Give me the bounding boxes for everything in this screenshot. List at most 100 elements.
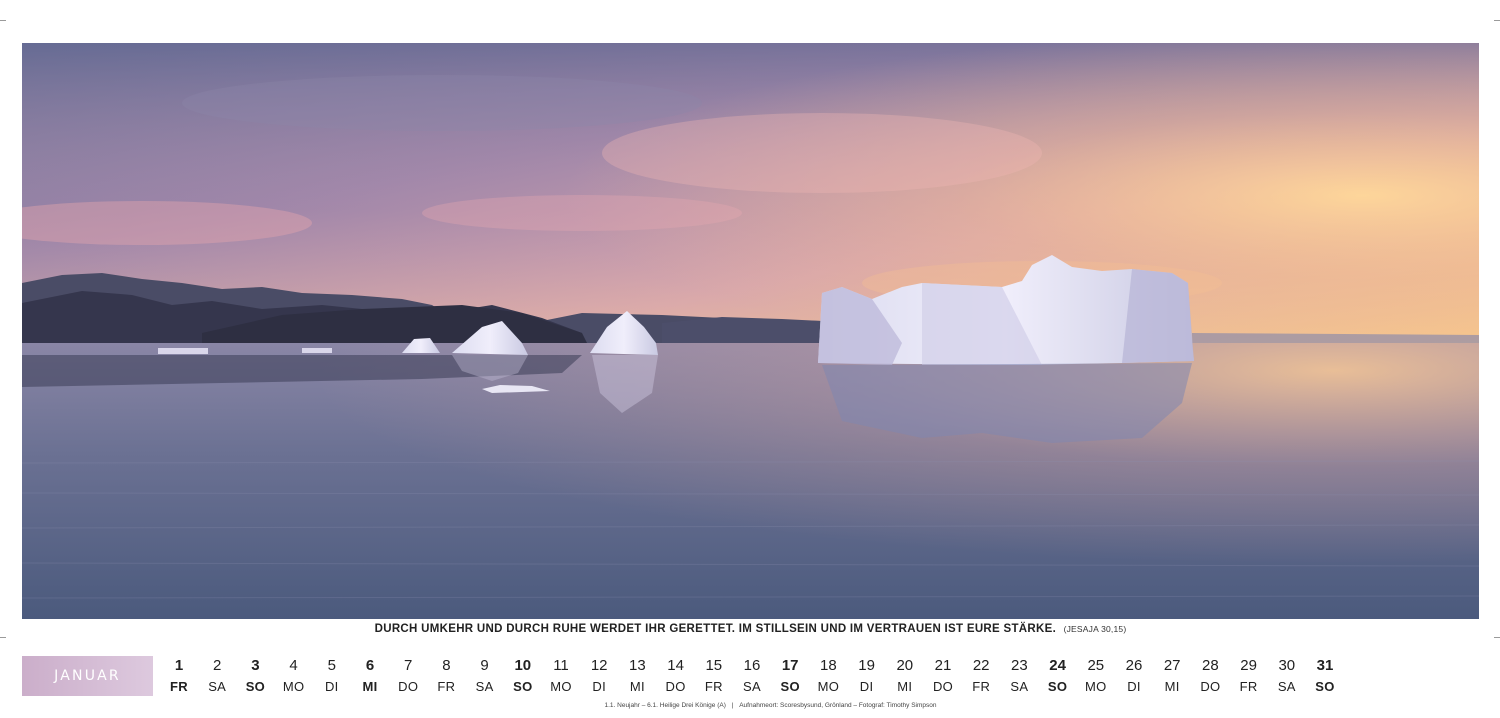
calendar-day: 24 SO	[1039, 656, 1077, 695]
day-number: 1	[174, 657, 184, 674]
footnote-separator: |	[731, 702, 734, 709]
calendar-day: 31 SO	[1306, 656, 1344, 695]
calendar-day: 9 SA	[466, 656, 504, 695]
day-number: 16	[743, 657, 761, 674]
day-number: 17	[781, 657, 799, 674]
day-number: 3	[251, 657, 260, 674]
calendar-day: 19 DI	[848, 656, 886, 695]
quote-text: DURCH UMKEHR UND DURCH RUHE WERDET IHR G…	[374, 623, 1057, 635]
weekday-abbrev: FR	[972, 679, 991, 694]
day-number: 27	[1163, 657, 1181, 674]
day-number: 26	[1125, 657, 1143, 674]
day-number: 14	[667, 657, 684, 674]
weekday-abbrev: SO	[1315, 679, 1335, 694]
day-number: 15	[705, 657, 723, 674]
weekday-abbrev: SO	[780, 679, 800, 694]
weekday-abbrev: SO	[513, 679, 533, 694]
calendar-day: 10 SO	[504, 656, 542, 695]
day-number: 20	[896, 657, 914, 674]
weekday-abbrev: DO	[398, 679, 419, 694]
weekday-abbrev: SA	[1010, 679, 1029, 694]
weekday-abbrev: DO	[932, 679, 954, 694]
calendar-day: 1 FR	[160, 656, 198, 695]
day-number: 25	[1087, 657, 1105, 674]
weekday-abbrev: DI	[592, 679, 606, 694]
weekday-abbrev: MO	[550, 679, 572, 694]
weekday-abbrev: FR	[437, 679, 456, 694]
day-number: 19	[858, 657, 875, 674]
weekday-abbrev: SA	[1277, 679, 1296, 694]
calendar-day: 29 FR	[1230, 656, 1268, 695]
calendar-day: 11 MO	[542, 656, 580, 695]
calendar-day: 28 DO	[1191, 656, 1229, 695]
calendar-day: 3 SO	[236, 656, 274, 695]
calendar-day: 27 MI	[1153, 656, 1191, 695]
day-number: 24	[1049, 657, 1066, 674]
photo-credit: Aufnahmeort: Scoresbysund, Grönland – Fo…	[739, 702, 937, 709]
day-number: 22	[972, 657, 990, 674]
calendar-day: 17 SO	[771, 656, 809, 695]
weekday-abbrev: FR	[170, 679, 188, 694]
weekday-abbrev: MI	[629, 679, 645, 694]
calendar-day: 7 DO	[389, 656, 427, 695]
weekday-abbrev: SA	[743, 679, 761, 694]
day-number: 23	[1011, 657, 1028, 674]
day-number: 10	[514, 657, 532, 674]
crop-mark-top-left	[0, 20, 6, 21]
calendar-day: 18 MO	[809, 656, 847, 695]
bible-quote: DURCH UMKEHR UND DURCH RUHE WERDET IHR G…	[22, 623, 1479, 639]
calendar-day: 25 MO	[1077, 656, 1115, 695]
weekday-abbrev: MO	[1085, 679, 1107, 694]
day-number: 18	[820, 657, 837, 674]
calendar-day: 5 DI	[313, 656, 351, 695]
weekday-abbrev: DI	[324, 679, 339, 694]
calendar-photo	[22, 43, 1479, 619]
calendar-day: 30 SA	[1268, 656, 1306, 695]
calendar-day: 2 SA	[198, 656, 236, 695]
month-label-box: JANUAR	[22, 656, 153, 696]
day-number: 28	[1202, 657, 1219, 674]
crop-mark-top-right	[1494, 20, 1500, 21]
day-number: 29	[1240, 657, 1257, 674]
weekday-abbrev: DO	[1200, 679, 1221, 694]
calendar-day: 16 SA	[733, 656, 771, 695]
crop-mark-bottom-left	[0, 637, 6, 638]
calendar-day: 21 DO	[924, 656, 962, 695]
crop-mark-bottom-right	[1494, 637, 1500, 638]
calendar-day: 12 DI	[580, 656, 618, 695]
day-number: 30	[1278, 657, 1296, 674]
day-number: 9	[480, 657, 489, 674]
day-number: 7	[404, 657, 413, 674]
weekday-abbrev: MO	[817, 679, 840, 694]
day-number: 11	[553, 657, 569, 674]
weekday-abbrev: FR	[1239, 679, 1258, 694]
calendar-day: 26 DI	[1115, 656, 1153, 695]
quote-reference: (JESAJA 30,15)	[1063, 624, 1127, 634]
calendar-day: 20 MI	[886, 656, 924, 695]
day-number: 31	[1316, 657, 1334, 674]
weekday-abbrev: DI	[859, 679, 874, 694]
weekday-abbrev: MO	[282, 679, 305, 694]
weekday-abbrev: MI	[362, 679, 378, 694]
weekday-abbrev: MI	[1164, 679, 1180, 694]
day-number: 6	[365, 657, 375, 674]
calendar-day: 22 FR	[962, 656, 1000, 695]
calendar-day: 15 FR	[695, 656, 733, 695]
weekday-abbrev: DI	[1127, 679, 1141, 694]
day-number: 2	[213, 657, 222, 674]
day-number: 8	[442, 657, 451, 674]
weekday-abbrev: SO	[245, 679, 266, 694]
calendar-day: 14 DO	[657, 656, 695, 695]
day-number: 21	[934, 657, 952, 674]
calendar-day: 4 MO	[275, 656, 313, 695]
weekday-abbrev: MI	[897, 679, 913, 694]
calendar-day: 23 SA	[1000, 656, 1038, 695]
day-number: 13	[629, 657, 646, 674]
weekday-abbrev: FR	[704, 679, 723, 694]
weekday-abbrev: SA	[475, 679, 494, 694]
calendar-day: 13 MI	[618, 656, 656, 695]
calendar-day: 8 FR	[427, 656, 465, 695]
weekday-abbrev: DO	[665, 679, 686, 694]
weekday-abbrev: SO	[1047, 679, 1068, 694]
holiday-note: 1.1. Neujahr – 6.1. Heilige Drei Könige …	[604, 702, 726, 709]
